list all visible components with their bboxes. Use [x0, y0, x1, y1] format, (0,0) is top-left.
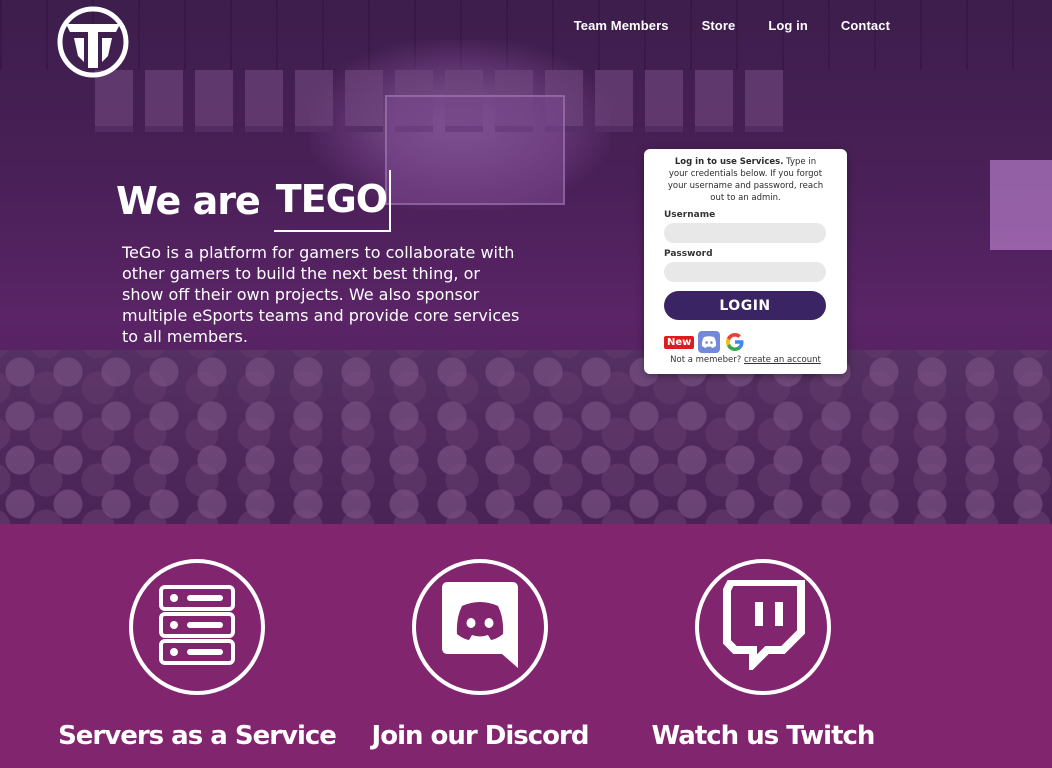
username-input[interactable]: [664, 223, 826, 243]
tego-logo-icon[interactable]: [56, 6, 130, 78]
social-login-row: New: [664, 331, 827, 353]
feature-icon-circle: [695, 559, 831, 695]
headline-static: We are: [116, 179, 261, 223]
nav-login[interactable]: Log in: [768, 18, 808, 33]
create-account-link[interactable]: create an account: [744, 355, 821, 365]
hero-description: TeGo is a platform for gamers to collabo…: [122, 243, 520, 346]
login-intro-bold: Log in to use Services.: [674, 157, 784, 167]
team-banner: [595, 70, 633, 132]
feature-title: Servers as a Service: [58, 721, 337, 751]
new-badge: New: [664, 335, 695, 349]
login-button[interactable]: LOGIN: [664, 291, 826, 320]
discord-icon: [440, 580, 520, 674]
google-login-icon[interactable]: [724, 331, 746, 353]
feature-title: Join our Discord: [371, 721, 590, 751]
team-banner: [645, 70, 683, 132]
feature-servers[interactable]: Servers as a Service: [57, 524, 337, 749]
team-banner: [295, 70, 333, 132]
feature-title: Watch us Twitch: [651, 721, 876, 751]
team-banner: [345, 70, 383, 132]
nav-contact[interactable]: Contact: [841, 18, 890, 33]
team-banner: [745, 70, 783, 132]
discord-login-icon[interactable]: [698, 331, 721, 353]
login-intro: Log in to use Services. Type in your cre…: [664, 156, 827, 204]
features-section: Servers as a Service Join our Discord Wa…: [0, 524, 1052, 768]
side-screen: [990, 160, 1052, 250]
signup-prefix: Not a memeber?: [670, 355, 742, 365]
password-input[interactable]: [664, 262, 826, 282]
server-stack-icon: [157, 583, 237, 671]
username-label: Username: [664, 210, 716, 220]
feature-icon-circle: [129, 559, 265, 695]
hero-headline: We are TEGO: [116, 170, 392, 232]
nav-team-members[interactable]: Team Members: [574, 18, 669, 33]
headline-typed: TEGO: [273, 170, 392, 232]
top-nav: Team Members Store Log in Contact: [541, 18, 890, 33]
feature-twitch[interactable]: Watch us Twitch: [623, 524, 903, 749]
team-banner: [195, 70, 233, 132]
crowd-background: [0, 350, 1052, 524]
feature-discord[interactable]: Join our Discord: [340, 524, 620, 749]
feature-icon-circle: [412, 559, 548, 695]
team-banner: [145, 70, 183, 132]
nav-store[interactable]: Store: [702, 18, 736, 33]
team-banner: [95, 70, 133, 132]
twitch-icon: [721, 578, 805, 674]
stage-screen: [385, 95, 565, 205]
login-card: Log in to use Services. Type in your cre…: [644, 149, 847, 374]
team-banner: [245, 70, 283, 132]
team-banner: [695, 70, 733, 132]
signup-line: Not a memeber? create an account: [664, 355, 827, 365]
password-label: Password: [664, 249, 713, 259]
